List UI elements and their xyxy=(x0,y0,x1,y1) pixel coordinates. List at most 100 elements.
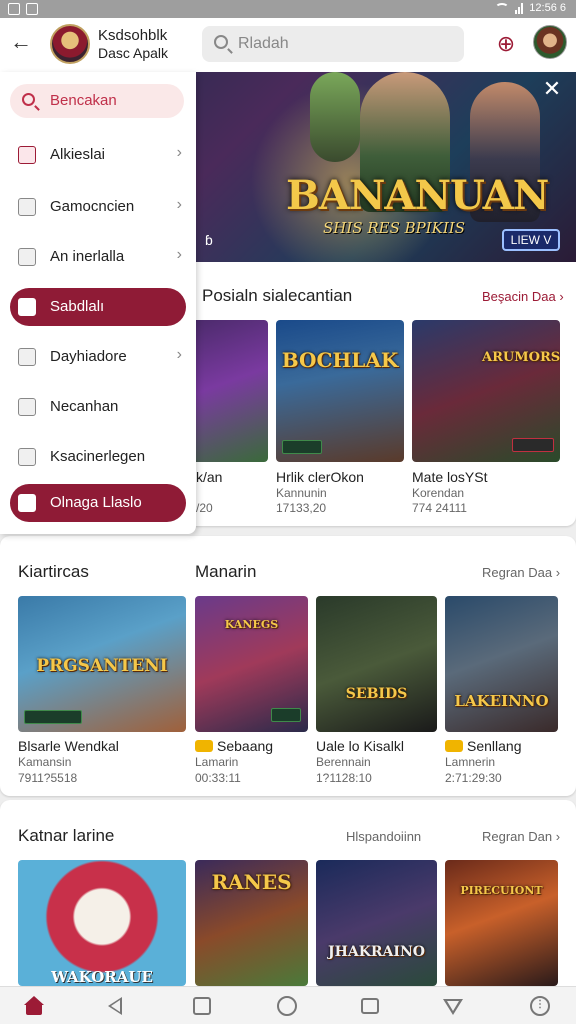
game-tile[interactable]: RANES xyxy=(195,860,308,986)
chevron-right-icon: › xyxy=(176,246,182,263)
pen-icon xyxy=(18,494,36,512)
drawer-item-games[interactable]: Alkieslai › xyxy=(10,136,186,174)
game-thumbnail: PIRECUIONT xyxy=(445,860,558,986)
drawer-item-label: Olnaga Llaslo xyxy=(50,494,142,511)
chevron-right-icon: › xyxy=(176,196,182,213)
banner-title: BANANUAN xyxy=(286,172,549,219)
game-thumbnail: SEBIDS xyxy=(316,596,437,732)
game-tile[interactable]: JHAKRAINO xyxy=(316,860,437,986)
app-avatar[interactable] xyxy=(50,24,90,64)
search-icon xyxy=(214,35,228,49)
thumbnail-title: JHAKRAINO xyxy=(328,944,425,960)
game-stat: 1?1128:10 xyxy=(316,771,372,785)
see-all-link[interactable]: Regran Daa › xyxy=(482,565,560,580)
game-thumbnail: RANES xyxy=(195,860,308,986)
gallery-notification-icon xyxy=(26,3,38,15)
game-name-text: Senllang xyxy=(467,738,522,754)
drawer-item-lists[interactable]: An inerlalla › xyxy=(10,238,186,276)
game-name: Hrlik clerOkon xyxy=(276,469,364,485)
game-category: Lamnerin xyxy=(445,755,496,769)
game-tile[interactable]: SEBIDS Uale lo Kisalkl Berennain 1?1128:… xyxy=(316,596,437,786)
tag-chip xyxy=(271,708,301,722)
more-icon[interactable]: ⋮ xyxy=(530,996,550,1016)
see-all-link[interactable]: Regran Dan › xyxy=(482,829,560,844)
chevron-right-icon: › xyxy=(176,144,182,161)
section-filter[interactable]: Hlspandoiinn xyxy=(346,829,421,844)
game-category: Berennain xyxy=(316,755,371,769)
game-tile[interactable]: KANEGS Sebaang Lamarin 00:33:11 xyxy=(195,596,308,786)
close-icon[interactable]: ✕ xyxy=(540,78,564,102)
game-tile[interactable]: ARUMORS Mate losYSt Korendan 774 24111 xyxy=(412,320,560,520)
game-stat: 2:71:29:30 xyxy=(445,771,502,785)
status-bar: 12:56 6 xyxy=(0,0,576,18)
drawer-item-action[interactable]: Olnaga Llaslo xyxy=(10,484,186,522)
game-name: Sebaang xyxy=(195,738,273,754)
tag-chip xyxy=(24,710,82,724)
game-name: Mate losYSt xyxy=(412,469,488,485)
section-title: Katnar larine xyxy=(18,826,115,845)
game-stat: 7911?5518 xyxy=(18,771,78,785)
down-triangle-icon[interactable] xyxy=(443,999,463,1015)
profile-avatar[interactable] xyxy=(533,25,567,59)
game-tile[interactable]: PIRECUIONT xyxy=(445,860,558,986)
game-thumbnail xyxy=(186,320,268,462)
game-tile[interactable]: PRGSANTENI Blsarle Wendkal Kamansin 7911… xyxy=(18,596,186,786)
chat-icon[interactable] xyxy=(361,998,379,1014)
chevron-right-icon: › xyxy=(176,346,182,363)
back-arrow-icon[interactable]: ← xyxy=(10,31,34,55)
thumbnail-title: RANES xyxy=(211,870,292,894)
circle-icon[interactable] xyxy=(277,996,297,1016)
search-input[interactable]: Rladah xyxy=(202,26,464,62)
section-title: Kiartircas xyxy=(18,562,89,581)
navigation-drawer: Bencakan Alkieslai › Gamocncien › An ine… xyxy=(0,72,196,534)
back-triangle-icon[interactable] xyxy=(108,997,122,1015)
tag-chip xyxy=(512,438,554,452)
game-name: Blsarle Wendkal xyxy=(18,738,119,754)
game-tile[interactable]: LAKEINNO Senllang Lamnerin 2:71:29:30 xyxy=(445,596,558,786)
game-thumbnail: ARUMORS xyxy=(412,320,560,462)
drawer-search-label: Bencakan xyxy=(50,92,117,109)
game-thumbnail: WAKORAUE xyxy=(18,860,186,986)
coin-icon xyxy=(195,740,213,752)
game-thumbnail: PRGSANTENI xyxy=(18,596,186,732)
drawer-item-categories[interactable]: Gamocncien › xyxy=(10,188,186,226)
drawer-item-active[interactable]: Sabdlalı xyxy=(10,288,186,326)
see-all-link[interactable]: Beşacin Daa › xyxy=(482,289,564,304)
game-icon xyxy=(18,146,36,164)
drawer-item-label: Dayhiadore xyxy=(50,348,127,365)
wifi-icon xyxy=(495,3,510,13)
thumbnail-title: WAKORAUE xyxy=(51,968,153,986)
thumbnail-title: PRGSANTENI xyxy=(36,656,168,676)
image-notification-icon xyxy=(8,3,20,15)
game-thumbnail: BOCHLAK xyxy=(276,320,404,462)
bottom-navigation: ⋮ xyxy=(0,986,576,1024)
game-name: Senllang xyxy=(445,738,522,754)
game-tile[interactable]: k/an /20 xyxy=(186,320,268,520)
target-gear-icon[interactable]: ⊕ xyxy=(494,32,518,56)
game-tile[interactable]: WAKORAUE xyxy=(18,860,186,986)
tag-icon xyxy=(18,298,36,316)
file-icon xyxy=(18,448,36,466)
home-icon[interactable] xyxy=(24,996,44,1016)
square-icon[interactable] xyxy=(193,997,211,1015)
section-title: Posialn sialecantian xyxy=(202,286,353,305)
banner-character-left xyxy=(310,72,360,162)
see-all-label: Beşacin Daa xyxy=(482,289,556,304)
status-time: 12:56 6 xyxy=(529,2,566,14)
drawer-item-settings[interactable]: Necanhan xyxy=(10,388,186,426)
banner-live-badge[interactable]: LIEW V xyxy=(502,229,560,251)
drawer-item-files[interactable]: Ksacinerlegen xyxy=(10,438,186,476)
thumbnail-title: BOCHLAK xyxy=(281,348,399,372)
game-stat: /20 xyxy=(196,501,213,515)
banner-corner-icon: ɓ xyxy=(205,232,213,248)
thumbnail-title: SEBIDS xyxy=(345,686,408,702)
thumbnail-title: KANEGS xyxy=(224,618,279,631)
drawer-item-display[interactable]: Dayhiadore › xyxy=(10,338,186,376)
drawer-search-button[interactable]: Bencakan xyxy=(10,84,184,118)
tag-chip xyxy=(282,440,322,454)
status-right: 12:56 6 xyxy=(495,2,566,14)
game-thumbnail: KANEGS xyxy=(195,596,308,732)
games-section: Kiartircas Manarin Regran Daa › PRGSANTE… xyxy=(0,536,576,796)
game-tile[interactable]: BOCHLAK Hrlik clerOkon Kannunin 17133,20 xyxy=(276,320,404,520)
game-thumbnail: JHAKRAINO xyxy=(316,860,437,986)
